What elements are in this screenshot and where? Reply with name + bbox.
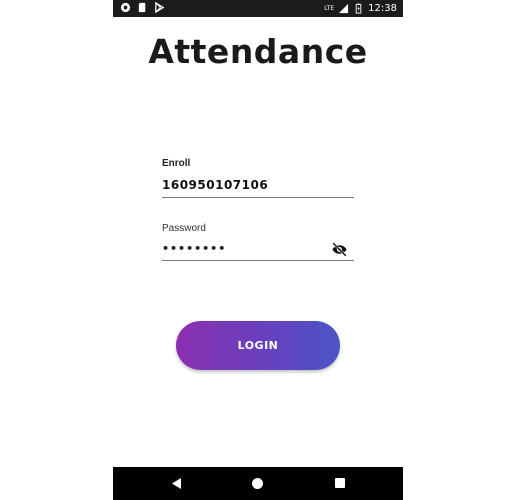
phone-screen: LTE 12:38 Attendance Enroll 160950107106… bbox=[113, 0, 403, 500]
enroll-field[interactable]: 160950107106 bbox=[162, 178, 268, 192]
battery-icon bbox=[355, 3, 362, 14]
app-title: Attendance bbox=[148, 32, 368, 71]
status-time: 12:38 bbox=[368, 3, 397, 14]
enroll-label: Enroll bbox=[162, 158, 191, 169]
visibility-off-icon[interactable] bbox=[331, 241, 348, 258]
enroll-underline bbox=[162, 197, 354, 198]
navigation-bar bbox=[113, 467, 403, 500]
password-underline bbox=[162, 260, 354, 261]
circle-notification-icon bbox=[120, 2, 131, 13]
sd-card-icon bbox=[138, 2, 146, 13]
recents-icon[interactable] bbox=[335, 478, 345, 488]
play-store-icon bbox=[155, 2, 165, 13]
password-field[interactable]: •••••••• bbox=[162, 242, 226, 255]
login-button[interactable]: LOGIN bbox=[176, 321, 340, 370]
status-bar-left bbox=[120, 2, 165, 13]
back-icon[interactable] bbox=[171, 477, 182, 490]
status-bar: LTE 12:38 bbox=[113, 0, 403, 17]
password-label: Password bbox=[162, 223, 206, 234]
home-icon[interactable] bbox=[252, 478, 263, 489]
signal-icon bbox=[339, 3, 349, 14]
status-bar-right: LTE 12:38 bbox=[324, 1, 397, 16]
network-type-label: LTE bbox=[324, 4, 335, 12]
